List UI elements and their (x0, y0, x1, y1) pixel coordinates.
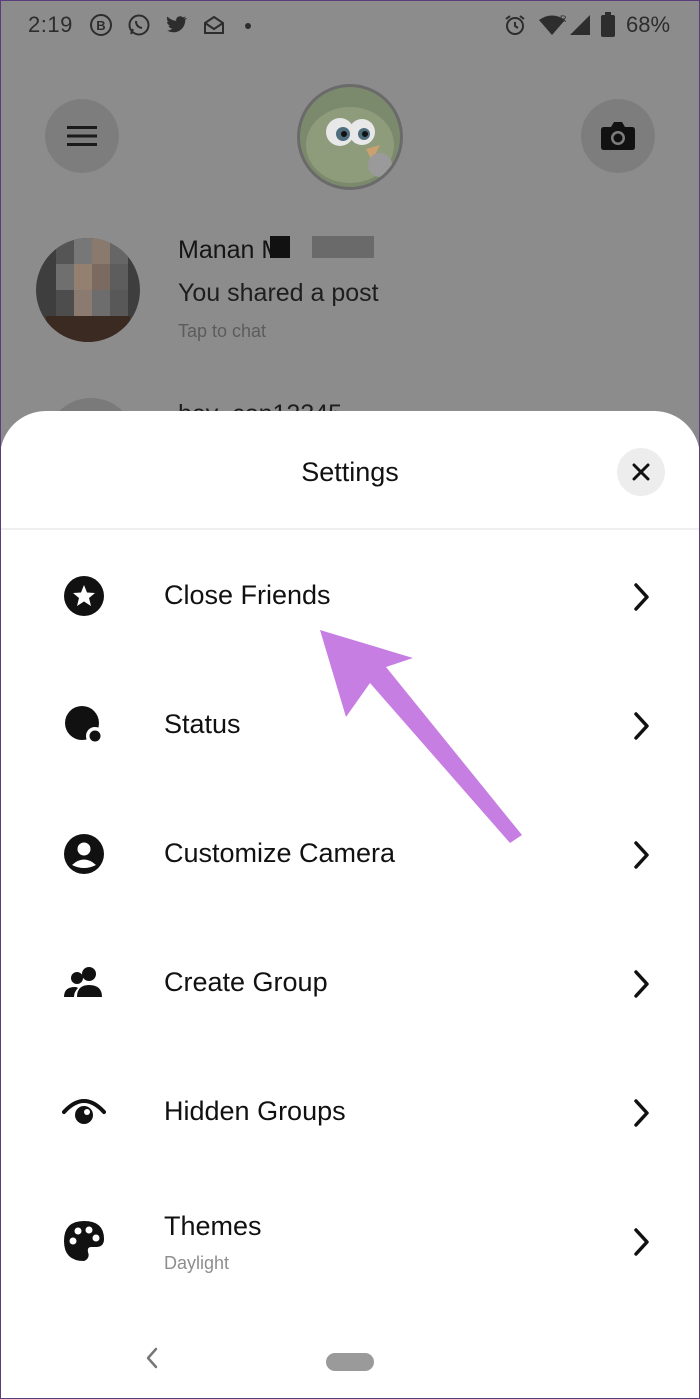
status-icon (65, 706, 104, 745)
settings-item-themes[interactable]: Themes Daylight (0, 1177, 700, 1306)
redaction-block (270, 236, 290, 258)
menu-button[interactable] (45, 99, 119, 173)
chevron-right-icon (634, 1099, 649, 1127)
chevron-right-icon (634, 841, 649, 869)
group-icon (64, 967, 102, 997)
battery-percent: 68% (626, 12, 671, 37)
divider (0, 528, 700, 530)
status-time: 2:19 (28, 12, 73, 37)
sheet-title: Settings (301, 457, 399, 487)
chat-avatar[interactable] (36, 238, 140, 342)
b-icon: B (90, 14, 112, 36)
svg-text:R: R (560, 14, 566, 24)
battery-icon (601, 12, 615, 37)
alarm-icon (505, 15, 525, 35)
chevron-right-icon (634, 712, 649, 740)
chevron-right-icon (634, 970, 649, 998)
twitter-icon (166, 16, 187, 33)
annotation-arrow (320, 630, 522, 843)
close-icon (632, 463, 650, 481)
email-icon (204, 15, 224, 34)
chevron-right-icon (634, 583, 649, 611)
home-pill[interactable] (326, 1353, 374, 1371)
wifi-icon: R (539, 14, 566, 35)
chat-last-message: You shared a post (178, 279, 379, 307)
settings-item-label: Themes (164, 1211, 262, 1241)
svg-text:B: B (96, 18, 105, 33)
more-notifications-dot (245, 23, 251, 29)
account-circle-icon (64, 834, 104, 874)
settings-item-hidden-groups[interactable]: Hidden Groups (0, 1048, 700, 1177)
signal-icon (570, 15, 590, 35)
back-icon[interactable] (140, 1346, 164, 1370)
settings-item-sublabel: Daylight (164, 1253, 230, 1273)
eye-icon (62, 1099, 106, 1124)
camera-button[interactable] (581, 99, 655, 173)
palette-icon (64, 1221, 104, 1261)
chevron-right-icon (634, 1228, 649, 1256)
navigation-bar (0, 1323, 700, 1399)
settings-item-label: Status (164, 709, 241, 739)
profile-avatar[interactable] (297, 84, 403, 190)
bird-avatar-icon (300, 87, 400, 187)
camera-icon (601, 122, 635, 150)
chat-hint: Tap to chat (178, 321, 267, 341)
status-bar: 2:19 B R 68% (0, 0, 700, 52)
background-app: 2:19 B R 68% Manan M You shared a post T… (0, 0, 700, 488)
settings-sheet: Settings Close Friends Status Customize … (0, 411, 700, 1399)
settings-item-create-group[interactable]: Create Group (0, 919, 700, 1048)
close-button[interactable] (617, 448, 665, 496)
star-circle-icon (64, 576, 104, 616)
settings-item-label: Hidden Groups (164, 1096, 346, 1126)
chat-name: Manan M (178, 236, 283, 264)
redaction-block (312, 236, 374, 258)
whatsapp-icon (128, 14, 150, 36)
settings-item-label: Close Friends (164, 580, 331, 610)
settings-item-label: Create Group (164, 967, 328, 997)
menu-icon (67, 126, 97, 146)
